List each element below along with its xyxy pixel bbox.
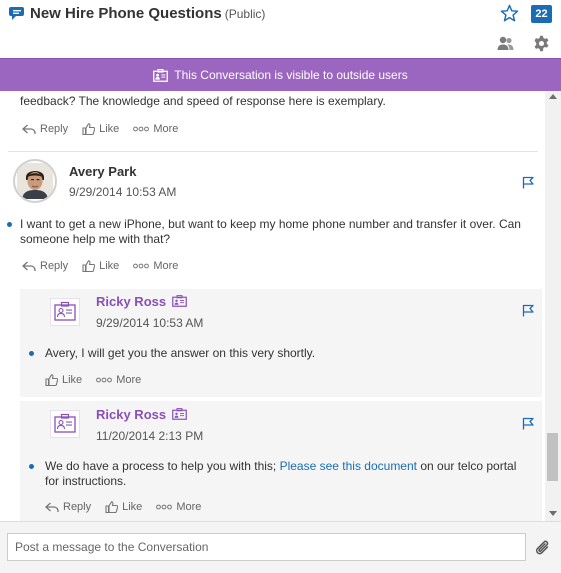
message-actions: Reply Like More [45,501,215,513]
like-label: Like [62,374,83,386]
message-timestamp: 11/20/2014 2:13 PM [96,429,204,443]
follower-count-badge[interactable]: 22 [531,5,552,23]
gear-icon[interactable] [533,35,550,52]
like-button[interactable]: Like [82,123,119,135]
author-name[interactable]: Ricky Ross [96,294,187,309]
thumbs-up-icon [105,501,119,513]
more-button[interactable]: More [96,374,141,386]
avatar[interactable] [50,410,80,438]
like-label: Like [99,123,120,135]
flag-icon[interactable] [522,176,535,189]
more-label: More [116,374,142,386]
reply-label: Reply [63,501,92,513]
visibility-label: (Public) [224,7,266,21]
scroll-down-arrow-icon[interactable] [549,511,557,516]
more-label: More [153,123,179,135]
scrollbar-thumb[interactable] [547,433,558,481]
conversation-header: New Hire Phone Questions (Public) 22 [0,0,561,58]
unread-indicator [7,222,12,227]
message-body-line1: I want to get a new iPhone, but want to … [20,217,521,231]
unread-indicator [29,351,34,356]
thumbs-up-icon [82,123,96,135]
banner-text: This Conversation is visible to outside … [174,68,408,82]
external-user-badge-icon [54,301,76,321]
ellipsis-icon [96,377,113,383]
user-photo [17,163,53,199]
author-name-text: Ricky Ross [96,294,167,309]
message-actions: Reply Like More [22,123,192,135]
flag-icon[interactable] [522,304,535,317]
message-text: on our telco portal [417,459,517,473]
more-button[interactable]: More [156,501,201,513]
ellipsis-icon [156,504,173,510]
message-body: feedback? The knowledge and speed of res… [20,94,386,108]
scroll-up-arrow-icon[interactable] [549,94,557,99]
message-actions: Reply Like More [22,260,192,272]
external-user-badge-icon [171,295,187,307]
message-timestamp: 9/29/2014 10:53 AM [96,316,204,330]
document-link[interactable]: Please see this document [280,459,417,473]
reply-label: Reply [40,260,69,272]
external-user-badge-icon [153,69,169,82]
message-timestamp: 9/29/2014 10:53 AM [69,185,177,199]
like-button[interactable]: Like [82,260,119,272]
more-label: More [176,501,202,513]
conversation-feed: feedback? The knowledge and speed of res… [0,91,545,521]
page-title: New Hire Phone Questions (Public) [30,5,265,22]
reply-button[interactable]: Reply [22,260,68,272]
author-name-text: Ricky Ross [96,407,167,422]
message-body-line2: for instructions. [45,474,127,488]
ellipsis-icon [133,126,150,132]
conversation-title: New Hire Phone Questions [30,5,222,22]
flag-icon[interactable] [522,417,535,430]
reply-icon [22,124,36,134]
message-text: We do have a process to help you with th… [45,459,280,473]
avatar[interactable] [13,159,57,203]
author-name[interactable]: Ricky Ross [96,407,187,422]
author-name[interactable]: Avery Park [69,164,136,179]
reply-label: Reply [40,123,69,135]
external-user-badge-icon [54,413,76,433]
post-message-input[interactable] [7,533,526,561]
people-icon[interactable] [497,36,514,51]
message-body-line1: We do have a process to help you with th… [45,459,516,474]
reply-button[interactable]: Reply [22,123,68,135]
reply-icon [22,261,36,271]
feed-scrollbar[interactable] [545,91,561,521]
message-composer [0,521,561,573]
unread-indicator [29,464,34,469]
like-label: Like [99,260,120,272]
message-body-line2: someone help me with that? [20,232,171,246]
reply-button[interactable]: Reply [45,501,91,513]
paperclip-icon[interactable] [535,539,551,557]
external-visibility-banner: This Conversation is visible to outside … [0,58,561,91]
thumbs-up-icon [82,260,96,272]
avatar[interactable] [50,298,80,326]
conversation-icon [9,7,24,20]
more-label: More [153,260,179,272]
like-button[interactable]: Like [45,374,82,386]
like-button[interactable]: Like [105,501,142,513]
ellipsis-icon [133,263,150,269]
star-icon[interactable] [500,4,519,23]
more-button[interactable]: More [133,123,178,135]
external-user-badge-icon [171,408,187,420]
thumbs-up-icon [45,374,58,386]
more-button[interactable]: More [133,260,178,272]
message-body: Avery, I will get you the answer on this… [45,346,316,360]
divider [8,151,538,152]
message-actions: Like More [45,374,155,386]
like-label: Like [122,501,143,513]
reply-icon [45,502,59,512]
